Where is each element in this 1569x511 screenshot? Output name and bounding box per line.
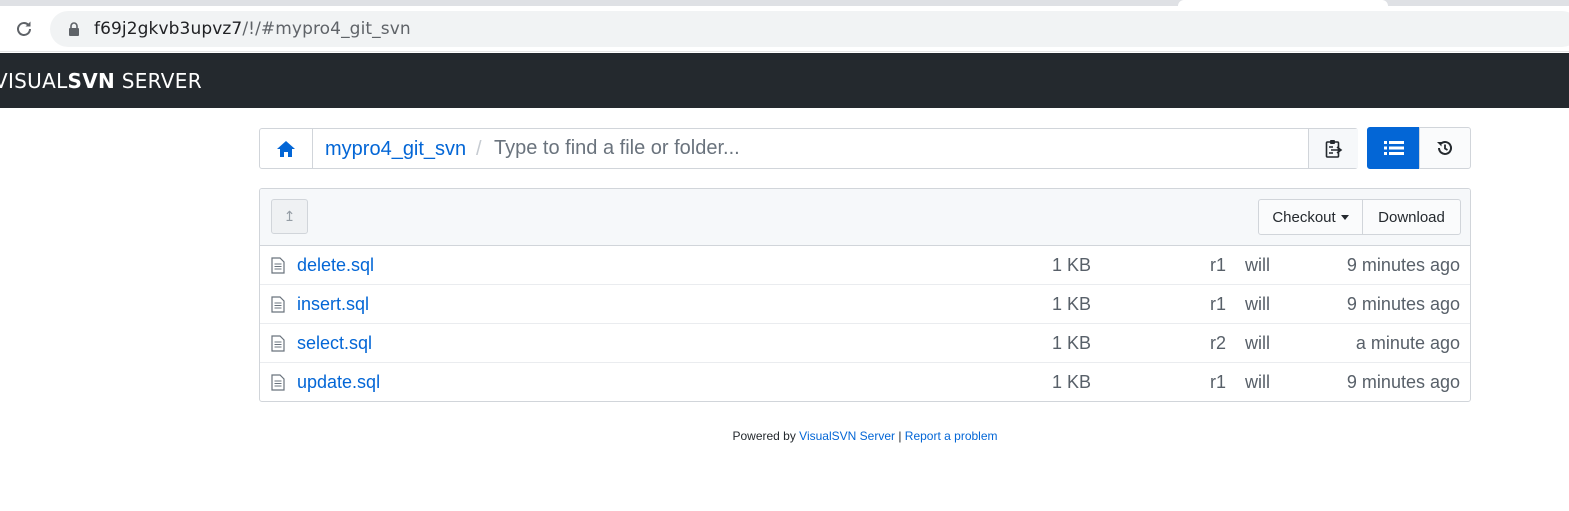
repo-actions-group: Checkout Download bbox=[1258, 199, 1461, 235]
file-author: will bbox=[1245, 372, 1270, 392]
file-row[interactable]: select.sql 1 KB r2 will a minute ago bbox=[260, 324, 1470, 363]
file-modified-time: 9 minutes ago bbox=[1346, 372, 1460, 392]
brand-logo[interactable]: VISUALSVN SERVER bbox=[0, 69, 202, 93]
page-footer: Powered by VisualSVN Server | Report a p… bbox=[0, 429, 1569, 443]
file-revision[interactable]: r1 bbox=[1210, 255, 1226, 276]
file-icon bbox=[271, 374, 285, 391]
checkout-label: Checkout bbox=[1272, 208, 1336, 226]
file-size: 1 KB bbox=[1051, 294, 1091, 314]
home-icon bbox=[277, 140, 295, 157]
brand-visual: VISUAL bbox=[0, 69, 68, 93]
clipboard-icon bbox=[1325, 139, 1342, 158]
file-name-link[interactable]: delete.sql bbox=[297, 255, 374, 276]
history-button[interactable] bbox=[1419, 127, 1471, 169]
file-name-link[interactable]: insert.sql bbox=[297, 294, 369, 315]
file-modified-time: a minute ago bbox=[1355, 333, 1460, 353]
breadcrumb-separator: / bbox=[476, 138, 482, 160]
download-label: Download bbox=[1378, 208, 1445, 226]
file-icon bbox=[271, 335, 285, 352]
file-size: 1 KB bbox=[1051, 333, 1091, 353]
breadcrumb: mypro4_git_svn / bbox=[259, 128, 1358, 169]
list-view-button[interactable] bbox=[1367, 127, 1420, 169]
brand-svn: SVN bbox=[67, 69, 116, 93]
up-directory-button[interactable]: ↥ bbox=[271, 199, 308, 234]
file-list-toolbar: ↥ Checkout Download bbox=[260, 189, 1470, 246]
path-search-input[interactable] bbox=[494, 134, 1294, 163]
address-bar[interactable]: f69j2gkvb3upvz7/!/#mypro4_git_svn bbox=[50, 11, 1569, 47]
lock-icon bbox=[69, 22, 79, 36]
file-revision[interactable]: r2 bbox=[1210, 333, 1226, 354]
home-button[interactable] bbox=[260, 129, 313, 168]
footer-powered-by: Powered by bbox=[732, 429, 800, 443]
caret-down-icon bbox=[1340, 214, 1349, 220]
file-author: will bbox=[1245, 333, 1270, 353]
reload-icon[interactable] bbox=[13, 18, 35, 40]
file-icon bbox=[271, 257, 285, 274]
file-list-panel: ↥ Checkout Download delete.sql 1 KB r1 w… bbox=[259, 188, 1471, 402]
file-author: will bbox=[1245, 255, 1270, 275]
browser-toolbar: f69j2gkvb3upvz7/!/#mypro4_git_svn bbox=[0, 6, 1569, 52]
view-toggle-group bbox=[1367, 127, 1471, 169]
breadcrumb-repo-link[interactable]: mypro4_git_svn bbox=[325, 138, 466, 161]
download-button[interactable]: Download bbox=[1362, 199, 1461, 235]
url-host: f69j2gkvb3upvz7 bbox=[94, 19, 243, 39]
copy-url-button[interactable] bbox=[1308, 129, 1358, 168]
file-row[interactable]: insert.sql 1 KB r1 will 9 minutes ago bbox=[260, 285, 1470, 324]
checkout-button[interactable]: Checkout bbox=[1258, 199, 1363, 235]
address-url[interactable]: f69j2gkvb3upvz7/!/#mypro4_git_svn bbox=[94, 19, 411, 39]
file-size: 1 KB bbox=[1051, 372, 1091, 392]
footer-separator: | bbox=[895, 429, 905, 443]
file-modified-time: 9 minutes ago bbox=[1346, 294, 1460, 314]
file-name-link[interactable]: update.sql bbox=[297, 372, 380, 393]
app-header: VISUALSVN SERVER bbox=[0, 53, 1569, 108]
file-revision[interactable]: r1 bbox=[1210, 372, 1226, 393]
up-arrow-icon: ↥ bbox=[283, 208, 296, 224]
footer-product-link[interactable]: VisualSVN Server bbox=[799, 429, 895, 443]
brand-server: SERVER bbox=[115, 69, 202, 93]
file-row[interactable]: delete.sql 1 KB r1 will 9 minutes ago bbox=[260, 246, 1470, 285]
history-icon bbox=[1437, 140, 1452, 155]
file-size: 1 KB bbox=[1051, 255, 1091, 275]
report-problem-link[interactable]: Report a problem bbox=[905, 429, 998, 443]
file-revision[interactable]: r1 bbox=[1210, 294, 1226, 315]
file-icon bbox=[271, 296, 285, 313]
file-modified-time: 9 minutes ago bbox=[1346, 255, 1460, 275]
file-name-link[interactable]: select.sql bbox=[297, 333, 372, 354]
file-row[interactable]: update.sql 1 KB r1 will 9 minutes ago bbox=[260, 363, 1470, 401]
file-list: delete.sql 1 KB r1 will 9 minutes ago in… bbox=[260, 246, 1470, 401]
list-icon bbox=[1383, 141, 1404, 155]
url-path: /!/#mypro4_git_svn bbox=[242, 19, 411, 39]
file-author: will bbox=[1245, 294, 1270, 314]
